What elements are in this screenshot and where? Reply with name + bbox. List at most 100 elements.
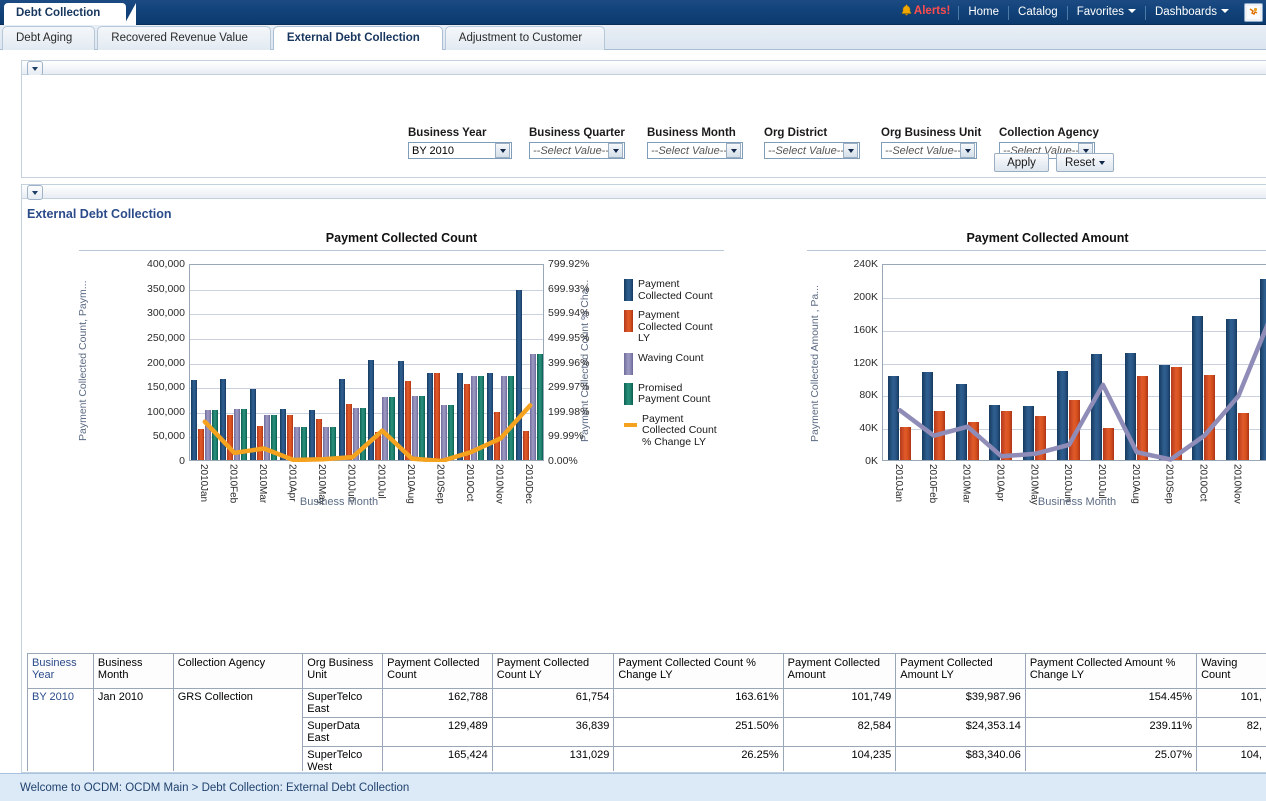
table-header-6[interactable]: Payment Collected Count % Change LY (614, 654, 783, 688)
report-table-container[interactable]: Business YearBusiness MonthCollection Ag… (27, 653, 1266, 771)
prompt-label-org-business-unit: Org Business Unit (881, 127, 977, 139)
table-header-4[interactable]: Payment Collected Count (383, 654, 493, 688)
chevron-down-icon[interactable] (960, 143, 975, 158)
table-cell-count: 165,424 (383, 746, 493, 771)
table-cell-agency: GRS Collection (173, 688, 303, 771)
y-tick: 399.96% (548, 357, 608, 369)
org-business-unit-value: --Select Value-- (885, 145, 960, 157)
chart2-y-axis-label: Payment Collected Amount , Pa... (809, 261, 822, 466)
table-cell-count_ly: 36,839 (492, 717, 614, 746)
chart1-x-axis-label: Business Month (119, 496, 559, 508)
table-cell-waving: 82, (1197, 717, 1266, 746)
legend-swatch (624, 353, 633, 375)
legend-item-line[interactable]: Payment Collected Count % Change LY (624, 414, 719, 449)
chevron-down-icon (1128, 9, 1136, 13)
table-cell-count_pct: 26.25% (614, 746, 783, 771)
prompt-label-business-quarter: Business Quarter (529, 127, 625, 139)
chevron-down-icon (1099, 161, 1105, 165)
prompt-business-month: Business Month --Select Value-- (647, 127, 743, 159)
line-series (883, 265, 1266, 462)
prompt-label-business-year: Business Year (408, 127, 512, 139)
table-cell-amount: 104,235 (783, 746, 896, 771)
status-bar: Welcome to OCDM: OCDM Main > Debt Collec… (0, 773, 1266, 801)
table-cell-unit: SuperTelco East (303, 688, 383, 717)
chevron-down-icon[interactable] (726, 143, 741, 158)
legend-swatch (624, 310, 633, 332)
y-tick: 350,000 (137, 283, 185, 295)
reset-button[interactable]: Reset (1056, 153, 1114, 172)
nav-dashboards-label: Dashboards (1155, 6, 1217, 18)
chart1-y-axis-label: Payment Collected Count, Paym... (77, 261, 90, 461)
table-header-1[interactable]: Business Month (93, 654, 173, 688)
flag-icon[interactable] (1244, 3, 1263, 22)
alerts-label: Alerts! (914, 5, 950, 17)
breadcrumb[interactable]: Welcome to OCDM: OCDM Main > Debt Collec… (20, 782, 409, 794)
legend-swatch-line (624, 423, 637, 427)
prompt-section: Business Year BY 2010 Business Quarter -… (21, 60, 1266, 178)
y-tick: 160K (836, 324, 878, 336)
bell-icon (901, 1, 912, 26)
report-collapse-toggle[interactable] (27, 185, 43, 200)
legend-item[interactable]: Payment Collected Count (624, 279, 719, 302)
y-tick: 199.98% (548, 406, 608, 418)
table-cell-unit: SuperTelco West (303, 746, 383, 771)
alerts-link[interactable]: Alerts! (899, 0, 958, 26)
table-header-5[interactable]: Payment Collected Count LY (492, 654, 614, 688)
tab-external-debt-collection[interactable]: External Debt Collection (273, 26, 443, 51)
y-tick: 100,000 (137, 406, 185, 418)
legend-label: Payment Collected Count % Change LY (642, 414, 719, 449)
prompt-business-year: Business Year BY 2010 (408, 127, 512, 159)
business-month-value: --Select Value-- (651, 145, 726, 157)
x-tick: 2010Jul (375, 464, 385, 499)
tab-debt-aging[interactable]: Debt Aging (2, 26, 95, 50)
business-quarter-select[interactable]: --Select Value-- (529, 142, 625, 159)
chevron-down-icon (1221, 9, 1229, 13)
table-cell-unit: SuperData East (303, 717, 383, 746)
org-business-unit-select[interactable]: --Select Value-- (881, 142, 977, 159)
nav-catalog[interactable]: Catalog (1009, 0, 1067, 25)
tab-recovered-revenue-value[interactable]: Recovered Revenue Value (97, 26, 271, 50)
table-header-0[interactable]: Business Year (28, 654, 94, 688)
page-title-tab[interactable]: Debt Collection (4, 3, 126, 25)
chevron-down-icon[interactable] (608, 143, 623, 158)
chevron-down-icon[interactable] (843, 143, 858, 158)
prompt-org-district: Org District --Select Value-- (764, 127, 860, 159)
y-tick: 99.99% (548, 430, 608, 442)
org-district-select[interactable]: --Select Value-- (764, 142, 860, 159)
table-cell-amount_pct: 25.07% (1025, 746, 1196, 771)
table-header-10[interactable]: Waving Count (1197, 654, 1266, 688)
legend-item[interactable]: Waving Count (624, 353, 719, 375)
legend-item[interactable]: Payment Collected Count LY (624, 310, 719, 345)
table-header-2[interactable]: Collection Agency (173, 654, 303, 688)
legend-item[interactable]: Promised Payment Count (624, 383, 719, 406)
y-tick: 0.00% (548, 455, 608, 467)
prompt-collapse-toggle[interactable] (27, 61, 43, 76)
table-cell-count_ly: 131,029 (492, 746, 614, 771)
nav-favorites[interactable]: Favorites (1068, 0, 1145, 25)
table-cell-month: Jan 2010 (93, 688, 173, 771)
chevron-down-icon (32, 191, 38, 195)
table-header-7[interactable]: Payment Collected Amount (783, 654, 896, 688)
business-year-select[interactable]: BY 2010 (408, 142, 512, 159)
legend-swatch (624, 383, 633, 405)
x-tick: 2010Jul (1096, 464, 1106, 499)
table-cell-year: BY 2010 (28, 688, 94, 771)
apply-button[interactable]: Apply (994, 153, 1049, 172)
table-header-8[interactable]: Payment Collected Amount LY (896, 654, 1026, 688)
chart1-title: Payment Collected Count (79, 231, 724, 250)
org-district-value: --Select Value-- (768, 145, 843, 157)
chart-payment-collected-amount: Payment Collected Amount Payment Collect… (807, 231, 1266, 521)
nav-dashboards[interactable]: Dashboards (1146, 0, 1238, 25)
table-cell-amount_pct: 239.11% (1025, 717, 1196, 746)
tab-adjustment-to-customer[interactable]: Adjustment to Customer (445, 26, 605, 50)
table-header-9[interactable]: Payment Collected Amount % Change LY (1025, 654, 1196, 688)
business-month-select[interactable]: --Select Value-- (647, 142, 743, 159)
prompt-org-business-unit: Org Business Unit --Select Value-- (881, 127, 977, 159)
y-tick: 799.92% (548, 258, 608, 270)
nav-home[interactable]: Home (959, 0, 1008, 25)
chevron-down-icon[interactable] (495, 143, 510, 158)
prompt-label-business-month: Business Month (647, 127, 743, 139)
y-tick: 200K (836, 291, 878, 303)
y-tick: 150,000 (137, 381, 185, 393)
table-header-3[interactable]: Org Business Unit (303, 654, 383, 688)
